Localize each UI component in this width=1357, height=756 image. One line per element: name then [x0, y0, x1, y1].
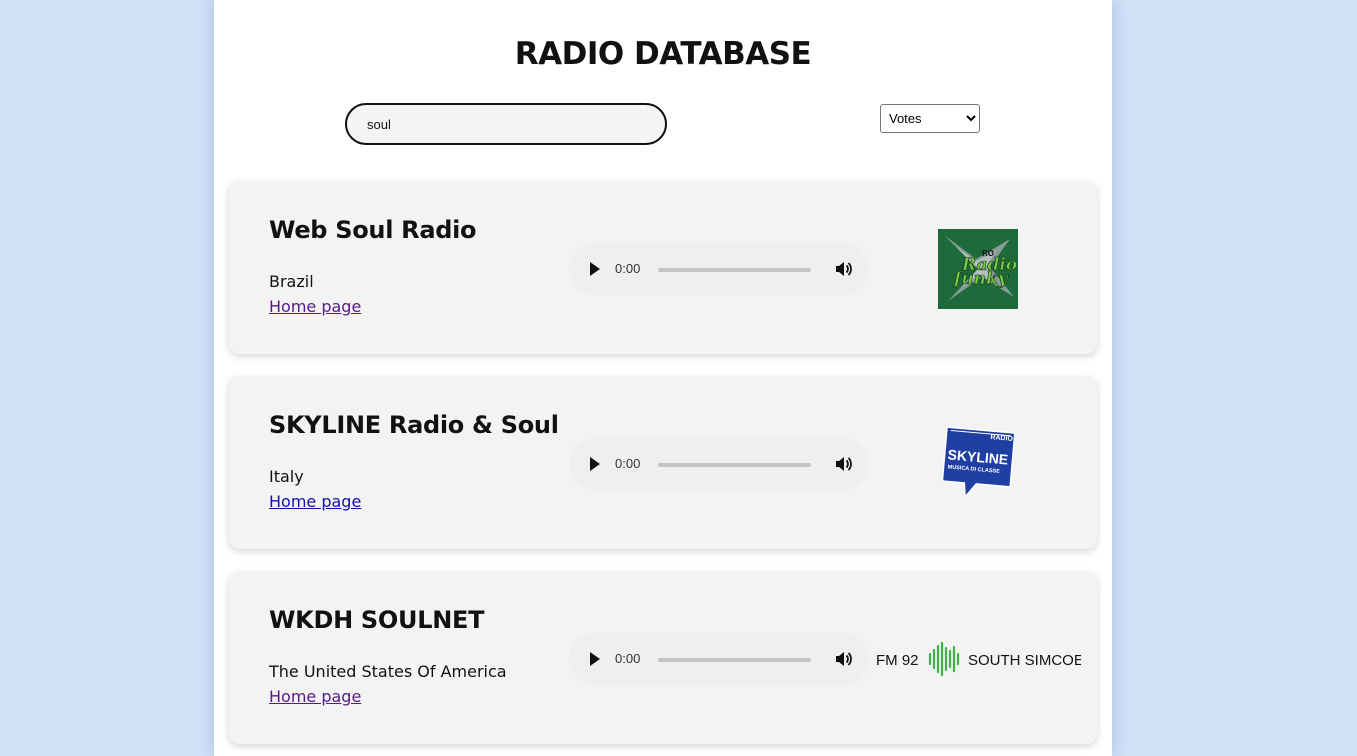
station-name: Web Soul Radio	[269, 216, 477, 244]
station-country: Brazil	[269, 272, 314, 291]
seek-bar[interactable]	[658, 658, 811, 662]
volume-icon[interactable]	[833, 454, 853, 474]
volume-icon[interactable]	[833, 649, 853, 669]
seek-bar[interactable]	[658, 463, 811, 467]
player-time: 0:00	[615, 456, 641, 471]
audio-player[interactable]: 0:00	[569, 438, 869, 490]
page-title: RADIO DATABASE	[514, 36, 812, 72]
station-card: SKYLINE Radio & Soul Italy Home page 0:0…	[229, 377, 1097, 549]
play-icon[interactable]	[590, 262, 600, 276]
radio-funky-logo-icon: RO Radio funky	[938, 229, 1018, 309]
play-icon[interactable]	[590, 457, 600, 471]
skyline-logo-icon: RADIO SKYLINE MUSICA DI CLASSE	[941, 426, 1016, 499]
logo-sub-text: funky	[953, 269, 1009, 289]
home-page-link[interactable]: Home page	[269, 297, 361, 316]
volume-icon[interactable]	[833, 259, 853, 279]
audio-player[interactable]: 0:00	[569, 243, 869, 295]
station-card: Web Soul Radio Brazil Home page 0:00 RO …	[229, 182, 1097, 354]
home-page-link[interactable]: Home page	[269, 492, 361, 511]
search-input[interactable]	[345, 103, 667, 145]
player-time: 0:00	[615, 261, 641, 276]
player-time: 0:00	[615, 651, 641, 666]
fm92-logo-icon: FM 92 SOUTH SIMCOE	[876, 642, 1081, 676]
page-container: RADIO DATABASE Votes Web Soul Radio Braz…	[214, 0, 1112, 756]
station-card: WKDH SOULNET The United States Of Americ…	[229, 572, 1097, 744]
station-name: SKYLINE Radio & Soul	[269, 411, 559, 439]
logo-right-text: SOUTH SIMCOE	[968, 652, 1081, 669]
audio-player[interactable]: 0:00	[569, 633, 869, 685]
play-icon[interactable]	[590, 652, 600, 666]
station-name: WKDH SOULNET	[269, 606, 485, 634]
home-page-link[interactable]: Home page	[269, 687, 361, 706]
station-country: The United States Of America	[269, 662, 507, 681]
station-country: Italy	[269, 467, 304, 486]
sort-select[interactable]: Votes	[880, 104, 980, 133]
seek-bar[interactable]	[658, 268, 811, 272]
logo-left-text: FM 92	[876, 652, 919, 669]
